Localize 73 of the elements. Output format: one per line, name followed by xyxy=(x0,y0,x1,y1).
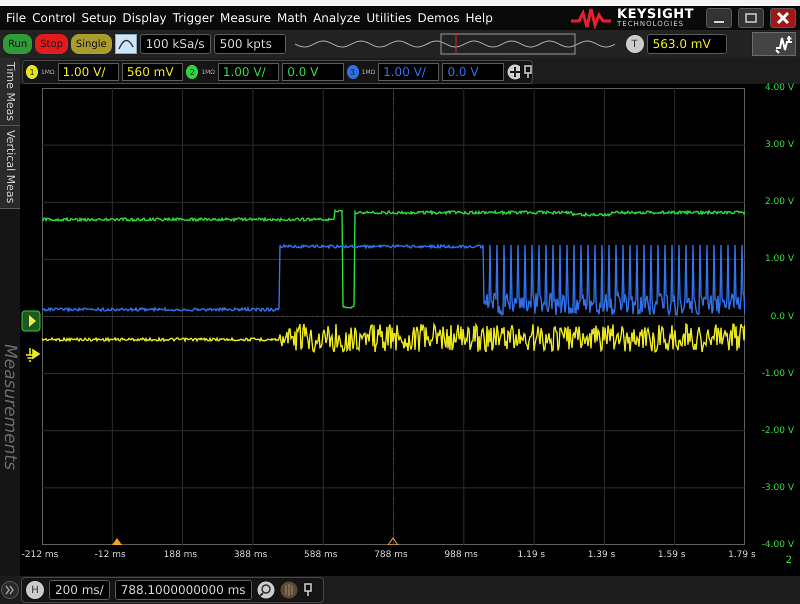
run-control-button[interactable]: Stop xyxy=(35,34,68,54)
side-tab[interactable]: Time Meas xyxy=(0,58,20,126)
menu-item[interactable]: Display xyxy=(122,11,167,25)
expand-button[interactable] xyxy=(1,581,19,599)
x-axis-label: 388 ms xyxy=(232,550,268,560)
touch-button[interactable] xyxy=(752,32,796,56)
y-axis-label: -4.00 V xyxy=(762,539,794,552)
maximize-icon xyxy=(744,11,758,25)
pin-icon[interactable] xyxy=(523,65,532,79)
add-icon[interactable] xyxy=(506,64,520,80)
channel-scale-field[interactable]: 1.00 V/ xyxy=(58,63,119,81)
memory-depth-field[interactable]: 500 kpts xyxy=(214,34,286,54)
channel-indicator: 2 xyxy=(786,555,792,566)
y-axis-label: 1.00 V xyxy=(764,253,794,266)
zoom-icon[interactable] xyxy=(256,581,275,599)
sample-rate-field[interactable]: 100 kSa/s xyxy=(140,34,211,54)
x-axis-label: -212 ms xyxy=(20,550,60,560)
x-axis-label: 188 ms xyxy=(162,550,198,560)
channel-marker-icon[interactable] xyxy=(21,310,41,332)
x-axis-label: 588 ms xyxy=(303,550,338,560)
x-axis-label: 1.79 s xyxy=(727,550,757,560)
menu-item[interactable]: Demos xyxy=(418,11,460,25)
menu-item[interactable]: Measure xyxy=(220,11,272,25)
x-axis-label: -12 ms xyxy=(94,550,127,560)
maximize-button[interactable] xyxy=(738,8,764,28)
channel-scale-field[interactable]: 1.00 V/ xyxy=(378,63,440,81)
brand-logo: KEYSIGHT xyxy=(617,8,694,21)
run-control-button[interactable]: Run xyxy=(3,34,32,54)
pin-icon[interactable] xyxy=(302,583,313,597)
curve-icon xyxy=(118,37,134,51)
menu-item[interactable]: Control xyxy=(32,11,76,25)
menu-item[interactable]: Trigger xyxy=(172,11,214,25)
close-button[interactable] xyxy=(770,8,796,28)
x-axis-label: 1.39 s xyxy=(586,550,616,560)
close-icon xyxy=(776,11,790,25)
horizontal-badge[interactable]: H xyxy=(26,581,44,599)
trigger-level-field[interactable]: 563.0 mV xyxy=(646,34,727,54)
y-axis-label: 3.00 V xyxy=(764,139,794,152)
x-axis-label: 988 ms xyxy=(443,550,479,560)
waveform-touch-icon xyxy=(773,34,795,54)
y-axis-label: -2.00 V xyxy=(762,424,794,438)
x-axis-label: 788 ms xyxy=(373,550,409,560)
time-scale-field[interactable]: 200 ms/ xyxy=(49,580,110,600)
minimize-button[interactable] xyxy=(706,8,732,28)
x-axis-label: 1.19 s xyxy=(516,550,546,560)
y-axis-label: 4.00 V xyxy=(764,82,794,95)
menu-item[interactable]: Math xyxy=(277,11,308,25)
channel-offset-field[interactable]: 0.0 V xyxy=(282,63,344,81)
y-axis-label: 2.00 V xyxy=(764,196,794,210)
y-axis-label: 0.0 V xyxy=(770,310,794,324)
menu-item[interactable]: Setup xyxy=(81,11,116,25)
minimize-icon xyxy=(714,21,724,23)
side-tab[interactable]: Vertical Meas xyxy=(0,126,20,209)
channel-offset-field[interactable]: 0.0 V xyxy=(442,63,504,81)
y-axis-label: -1.00 V xyxy=(762,368,794,381)
run-control-button[interactable]: Single xyxy=(70,34,112,54)
ground-marker-icon[interactable] xyxy=(24,346,40,364)
menu-item[interactable]: Help xyxy=(465,11,493,25)
time-position-field[interactable]: 788.1000000000 ms xyxy=(114,580,252,600)
measurements-panel-title: Measurements xyxy=(0,342,20,472)
autoscale-button[interactable] xyxy=(114,34,137,54)
menu-item[interactable]: Utilities xyxy=(366,11,412,25)
menu-item[interactable]: Analyze xyxy=(313,11,360,25)
trigger-badge[interactable]: T xyxy=(626,35,644,53)
double-chevron-icon xyxy=(5,585,15,595)
y-axis-label: -3.00 V xyxy=(762,482,794,495)
x-axis-label: 1.59 s xyxy=(656,550,686,560)
logo-wave-icon xyxy=(571,7,611,29)
menu-item[interactable]: File xyxy=(6,11,26,25)
channel-badge[interactable]: 1 xyxy=(26,65,38,79)
channel-scale-field[interactable]: 1.00 V/ xyxy=(218,63,280,81)
channel-badge[interactable]: 2 xyxy=(186,65,198,79)
channel-offset-field[interactable]: 560 mV xyxy=(122,63,184,81)
